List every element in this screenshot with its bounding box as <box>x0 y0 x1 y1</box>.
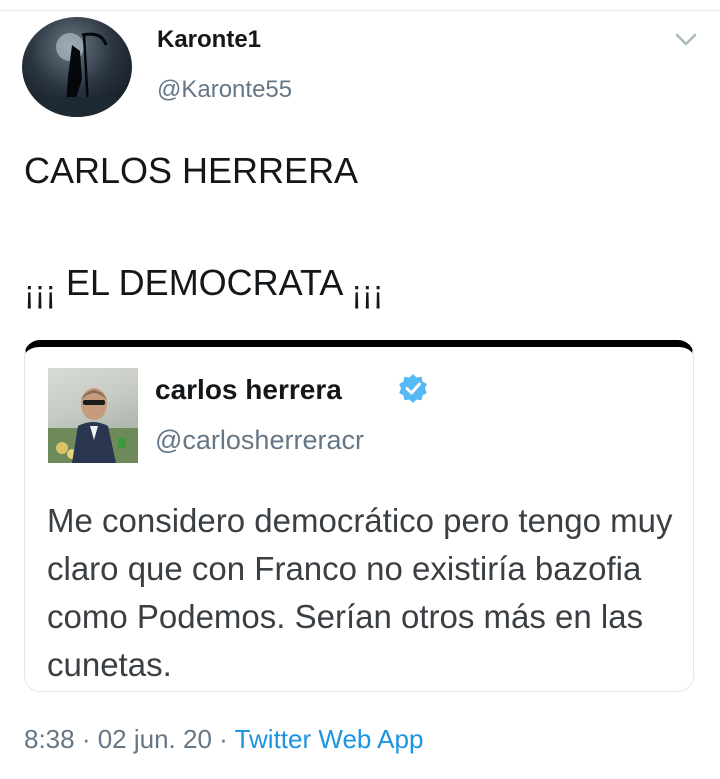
chevron-down-icon[interactable] <box>672 28 700 50</box>
meta-separator: · <box>74 724 98 754</box>
tweet-time[interactable]: 8:38 <box>24 724 75 754</box>
top-divider <box>0 10 720 11</box>
tweet-text-line-1: CARLOS HERRERA <box>24 150 359 191</box>
author-avatar[interactable] <box>22 17 132 117</box>
quoted-display-name[interactable]: carlos herrera <box>155 374 342 406</box>
inverted-exclamations-open: ¡¡¡ <box>24 274 56 310</box>
quoted-tweet-card[interactable]: carlos herrera @carlosherreracr Me consi… <box>24 340 694 692</box>
tweet-text-line-2: ¡¡¡ EL DEMOCRATA ¡¡¡ <box>24 262 383 311</box>
tweet-text-emphasis: EL DEMOCRATA <box>65 262 342 303</box>
author-display-name[interactable]: Karonte1 <box>157 26 261 54</box>
author-handle[interactable]: @Karonte55 <box>157 76 292 104</box>
quoted-handle[interactable]: @carlosherreracr <box>155 425 364 456</box>
verified-badge-icon <box>398 373 428 403</box>
quoted-tweet-text: Me considero democrático pero tengo muy … <box>47 502 673 683</box>
tweet-date[interactable]: 02 jun. 20 <box>98 724 212 754</box>
quoted-author-avatar[interactable] <box>48 368 138 463</box>
inverted-exclamations-close: ¡¡¡ <box>351 274 384 310</box>
tweet-metadata: 8:38 · 02 jun. 20 · Twitter Web App <box>24 724 423 755</box>
meta-separator: · <box>211 724 235 754</box>
tweet-source-link[interactable]: Twitter Web App <box>235 724 424 754</box>
